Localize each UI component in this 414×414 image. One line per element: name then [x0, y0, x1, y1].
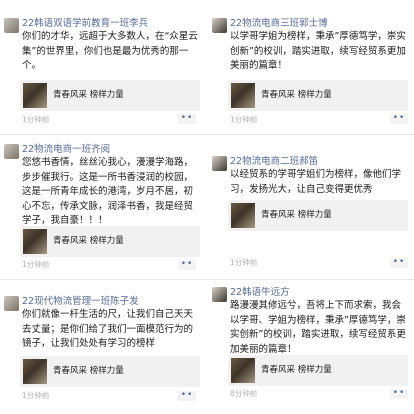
moment-post: 22韩语牛远方 路漫漫其修远兮，吾将上下而求索，我会 以学哥、学姐为榜样，秉承”…	[210, 285, 414, 409]
link-thumbnail	[231, 358, 255, 383]
moment-post: 22物流电商三班郭士博 以学哥学姐为榜样，秉承”厚德笃学，崇实 创新”的校训，踏…	[210, 16, 414, 132]
link-thumbnail	[23, 83, 47, 108]
divider	[0, 134, 414, 135]
post-text: 以学哥学姐为榜样，秉承”厚德笃学，崇实 创新”的校训，踏实进取，续写经贸系更加 …	[230, 31, 406, 71]
link-title: 青春风采 榜样力量	[53, 90, 124, 100]
post-time: 1分钟前	[22, 391, 50, 400]
post-text: 你们就像一杆生活的尺，让我们自己天天 去丈量；是你们给了我们一面模范行为的 镜子…	[22, 309, 194, 349]
post-text: 以经贸系的学哥学姐们为榜样，像他们学 习，发扬光大，让自己变得更优秀	[230, 169, 402, 195]
link-title: 青春风采 榜样力量	[261, 90, 332, 100]
post-text: 您悠书香情，丝丝沁我心，漫漫学海路， 步步催我行。这是一所书香浸润的校园， 这是…	[22, 157, 194, 226]
link-title: 青春风采 榜样力量	[261, 365, 332, 375]
shared-link-card[interactable]: 青春风采 榜样力量	[20, 356, 200, 387]
post-time: 1分钟前	[230, 115, 258, 124]
link-title: 青春风采 榜样力量	[261, 210, 332, 220]
link-thumbnail	[23, 359, 47, 384]
post-time: 1分钟前	[22, 115, 50, 124]
avatar[interactable]	[212, 156, 227, 171]
moment-post: 22韩语双语学前教育一班李兵 你们的才华，远超于大多数人，在“众星云 集”的世界…	[2, 16, 202, 132]
more-actions-button[interactable]: ••	[178, 391, 196, 401]
post-time: 1分钟前	[230, 258, 258, 267]
link-thumbnail	[231, 83, 255, 108]
more-actions-button[interactable]: ••	[390, 389, 408, 399]
shared-link-card[interactable]: 青春风采 榜样力量	[228, 80, 408, 111]
avatar[interactable]	[4, 18, 19, 33]
link-title: 青春风采 榜样力量	[53, 236, 124, 246]
shared-link-card[interactable]: 青春风采 榜样力量	[228, 355, 408, 386]
divider	[0, 279, 414, 280]
avatar[interactable]	[212, 287, 227, 302]
avatar[interactable]	[4, 296, 19, 311]
moment-post: 22现代物流管理一班陈子发 你们就像一杆生活的尺，让我们自己天天 去丈量；是你们…	[2, 294, 202, 408]
shared-link-card[interactable]: 青春风采 榜样力量	[20, 226, 200, 257]
shared-link-card[interactable]: 青春风采 榜样力量	[20, 80, 200, 111]
post-text: 你们的才华，远超于大多数人，在“众星云 集”的世界里，你们也是最为优秀的那一 个…	[22, 31, 198, 71]
more-actions-button[interactable]: ••	[178, 114, 196, 124]
more-actions-button[interactable]: ••	[390, 114, 408, 124]
avatar[interactable]	[212, 18, 227, 33]
shared-link-card[interactable]: 青春风采 榜样力量	[228, 200, 408, 231]
moment-post: 22物流电商一班齐阅 您悠书香情，丝丝沁我心，漫漫学海路， 步步催我行。这是一所…	[2, 142, 202, 276]
link-thumbnail	[23, 229, 47, 254]
post-time: 1分钟前	[22, 260, 50, 269]
post-time: 8分钟前	[230, 389, 258, 398]
moment-post: 22物流电商二班郝笛 以经贸系的学哥学姐们为榜样，像他们学 习，发扬光大，让自己…	[210, 154, 414, 272]
more-actions-button[interactable]: ••	[178, 260, 196, 270]
post-text: 路漫漫其修远兮，吾将上下而求索，我会 以学哥、学姐为榜样，秉承”厚德笃学，崇 实…	[230, 300, 406, 355]
avatar[interactable]	[4, 144, 19, 159]
link-thumbnail	[231, 203, 255, 228]
more-actions-button[interactable]: ••	[390, 258, 408, 268]
link-title: 青春风采 榜样力量	[53, 366, 124, 376]
